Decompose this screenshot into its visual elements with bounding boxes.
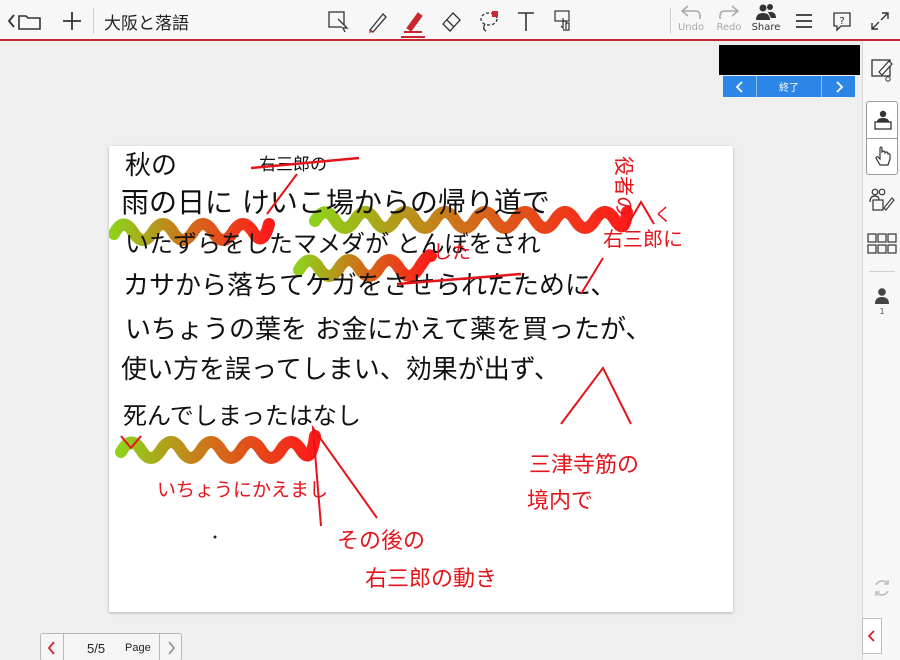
pointer-icon bbox=[554, 10, 570, 31]
add-icon bbox=[63, 12, 81, 30]
chevron-left-icon bbox=[735, 80, 743, 93]
prev-slide-button[interactable] bbox=[723, 76, 756, 97]
edit-note-icon bbox=[871, 59, 893, 82]
group-divider bbox=[867, 138, 897, 139]
share-button[interactable]: Share bbox=[747, 3, 785, 39]
pen-tool-button[interactable] bbox=[362, 6, 392, 36]
share-users-icon bbox=[756, 4, 776, 20]
presenter-video-area bbox=[719, 45, 860, 75]
chevron-left-icon bbox=[867, 630, 875, 642]
slide-line: いたずらをしたマメダが とんぼをされ bbox=[125, 230, 541, 258]
bracket-mark bbox=[560, 366, 632, 425]
role-note: 役者の bbox=[612, 156, 636, 216]
lasso-icon bbox=[480, 11, 498, 32]
after-note: 右三郎の動き bbox=[365, 567, 497, 592]
undo-label: Undo bbox=[677, 22, 705, 33]
group-edit-icon bbox=[869, 188, 895, 211]
lasso-tool-button[interactable] bbox=[474, 6, 504, 36]
page-navigator: 5/5 Page bbox=[40, 633, 182, 660]
presentation-nav: 終了 bbox=[723, 76, 855, 97]
user-icon bbox=[875, 288, 889, 304]
pointer-tool-button[interactable] bbox=[549, 6, 579, 36]
undo-button[interactable]: Undo bbox=[672, 3, 710, 39]
slide-line: 死んでしまったはなし bbox=[123, 402, 361, 430]
menu-icon bbox=[796, 14, 812, 28]
participants-edit-button[interactable] bbox=[867, 185, 897, 215]
top-toolbar: 大阪と落語 Undo Redo Share ? bbox=[0, 0, 900, 41]
page-label[interactable]: Page bbox=[125, 642, 151, 654]
eraser-tool-button[interactable] bbox=[436, 6, 466, 36]
ink-layer: 秋の 雨の日に けいこ場からの帰り道で いたずらをしたマメダが とんぼをされ カ… bbox=[109, 151, 683, 592]
slide-line: 秋の bbox=[125, 151, 177, 181]
next-slide-button[interactable] bbox=[822, 76, 855, 97]
sync-button[interactable] bbox=[867, 573, 897, 603]
sidebar-divider bbox=[869, 271, 895, 272]
chevron-right-icon bbox=[168, 641, 176, 655]
highlighter-icon bbox=[404, 12, 423, 33]
highlighter-tool-button[interactable] bbox=[398, 6, 428, 38]
back-folder-button[interactable] bbox=[6, 8, 46, 34]
slide-line: カサから落ちてケガをさせられたために、 bbox=[123, 271, 616, 301]
help-icon: ? bbox=[833, 12, 851, 32]
participant-count: 1 bbox=[879, 307, 885, 316]
share-label: Share bbox=[751, 22, 781, 33]
role-note: く bbox=[654, 205, 672, 226]
toolbar-divider bbox=[93, 8, 94, 34]
view-mode-group bbox=[866, 101, 898, 175]
redo-button[interactable]: Redo bbox=[710, 3, 748, 39]
text-icon bbox=[518, 12, 534, 31]
presenter-icon bbox=[874, 110, 892, 130]
sync-icon bbox=[875, 580, 889, 596]
slide-line: 雨の日に けいこ場からの帰り道で bbox=[121, 186, 550, 219]
hand-pointer-icon bbox=[875, 146, 891, 166]
text-tool-button[interactable] bbox=[511, 6, 541, 36]
document-title: 大阪と落語 bbox=[104, 14, 189, 34]
pen-icon bbox=[369, 13, 387, 33]
back-folder-icon bbox=[7, 14, 41, 30]
select-icon bbox=[328, 11, 349, 33]
ink-dot bbox=[213, 535, 217, 539]
right-sidebar: 1 bbox=[862, 41, 900, 660]
after-note: その後の bbox=[337, 529, 425, 554]
highlight-stroke bbox=[115, 430, 321, 464]
chevron-left-icon bbox=[47, 641, 55, 655]
role-note: 右三郎に bbox=[603, 227, 683, 251]
page-grid-button[interactable] bbox=[867, 229, 897, 259]
thumbnail-grid-icon bbox=[867, 233, 897, 254]
redo-label: Redo bbox=[716, 22, 742, 33]
place-note: 三津寺筋の bbox=[529, 453, 639, 478]
end-presentation-button[interactable]: 終了 bbox=[756, 76, 822, 97]
slide-line: いちょうの葉を お金にかえて薬を買ったが、 bbox=[125, 315, 651, 345]
pager-divider bbox=[63, 634, 64, 660]
add-button[interactable] bbox=[58, 8, 86, 34]
place-note: 境内で bbox=[527, 489, 593, 514]
help-button[interactable]: ? bbox=[828, 8, 856, 34]
toolbar-divider bbox=[670, 8, 671, 34]
expand-icon bbox=[871, 12, 889, 30]
menu-button[interactable] bbox=[790, 8, 818, 34]
chevron-right-icon bbox=[835, 80, 843, 93]
fullscreen-button[interactable] bbox=[866, 8, 894, 34]
svg-text:?: ? bbox=[839, 16, 844, 27]
eraser-icon bbox=[442, 12, 461, 32]
collapse-sidebar-button[interactable] bbox=[862, 618, 882, 654]
edit-note-button[interactable] bbox=[867, 56, 897, 86]
redo-icon bbox=[719, 5, 740, 19]
page-indicator: 5/5 bbox=[87, 641, 106, 656]
bracket-mark bbox=[311, 424, 378, 527]
undo-icon bbox=[680, 5, 701, 19]
correction-note: した bbox=[433, 241, 471, 263]
select-tool-button[interactable] bbox=[323, 6, 353, 36]
pointer-view-button[interactable] bbox=[868, 142, 898, 172]
slide-canvas[interactable]: 秋の 雨の日に けいこ場からの帰り道で いたずらをしたマメダが とんぼをされ カ… bbox=[109, 146, 733, 612]
slide-line: 使い方を誤ってしまい、効果が出ず、 bbox=[121, 355, 560, 385]
next-page-button[interactable] bbox=[160, 634, 182, 660]
presenter-view-button[interactable] bbox=[868, 105, 898, 135]
ginkgo-note: いちょうにかえまし bbox=[157, 479, 328, 501]
prev-page-button[interactable] bbox=[41, 634, 63, 660]
